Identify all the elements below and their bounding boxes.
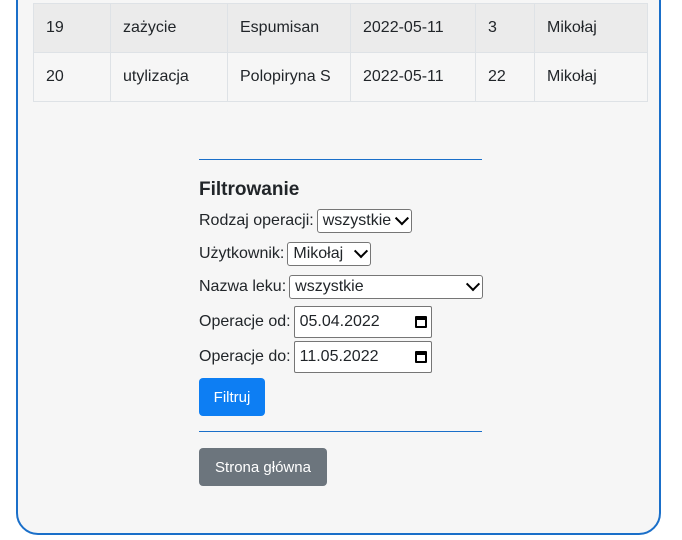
user-value: Mikołaj	[293, 245, 344, 262]
operation-type-row: Rodzaj operacji: wszystkie	[199, 208, 412, 234]
home-button[interactable]: Strona główna	[199, 448, 327, 486]
date-from-value: 05.04.2022	[299, 313, 380, 330]
operation-type-value: wszystkie	[322, 212, 392, 229]
filter-button[interactable]: Filtruj	[199, 378, 265, 416]
operation-type-label: Rodzaj operacji:	[199, 212, 314, 229]
date-from-row: Operacje od: 05.04.2022	[199, 306, 432, 338]
medicine-label: Nazwa leku:	[199, 278, 287, 295]
user-select[interactable]: Mikołaj	[287, 242, 372, 266]
date-from-label: Operacje od:	[199, 313, 291, 330]
date-to-row: Operacje do: 11.05.2022	[199, 341, 432, 373]
table-row: 19 zażycie Espumisan 2022-05-11 3 Mikoła…	[33, 3, 648, 53]
operations-table: 19 zażycie Espumisan 2022-05-11 3 Mikoła…	[33, 3, 648, 102]
date-to-label: Operacje do:	[199, 348, 291, 365]
chevron-down-icon	[354, 244, 369, 259]
table-row: 20 utylizacja Polopiryna S 2022-05-11 22…	[33, 52, 648, 102]
cell-date: 2022-05-11	[350, 3, 476, 53]
medicine-value: wszystkie	[295, 278, 364, 295]
cell-operation: zażycie	[110, 3, 228, 53]
cell-date: 2022-05-11	[350, 52, 476, 102]
cell-user: Mikołaj	[534, 52, 648, 102]
divider-bottom	[199, 431, 482, 432]
date-from-input[interactable]: 05.04.2022	[293, 306, 432, 338]
calendar-icon[interactable]	[414, 351, 427, 363]
cell-user: Mikołaj	[534, 3, 648, 53]
user-row: Użytkownik: Mikołaj	[199, 241, 372, 267]
chevron-down-icon	[395, 211, 409, 226]
date-to-input[interactable]: 11.05.2022	[293, 341, 432, 373]
filter-form: Filtrowanie Rodzaj operacji: wszystkie U…	[199, 178, 499, 416]
cell-quantity: 22	[475, 52, 535, 102]
divider-top	[199, 159, 482, 160]
filter-heading: Filtrowanie	[199, 179, 300, 200]
cell-operation: utylizacja	[110, 52, 228, 102]
chevron-down-icon	[466, 277, 481, 292]
medicine-row: Nazwa leku: wszystkie	[199, 274, 484, 300]
cell-medicine: Espumisan	[227, 3, 351, 53]
operation-type-select[interactable]: wszystkie	[316, 209, 412, 233]
cell-id: 19	[33, 3, 111, 53]
cell-medicine: Polopiryna S	[227, 52, 351, 102]
user-label: Użytkownik:	[199, 245, 285, 262]
medicine-select[interactable]: wszystkie	[289, 275, 484, 299]
cell-id: 20	[33, 52, 111, 102]
calendar-icon[interactable]	[414, 316, 427, 328]
cell-quantity: 3	[475, 3, 535, 53]
date-to-value: 11.05.2022	[299, 348, 379, 365]
